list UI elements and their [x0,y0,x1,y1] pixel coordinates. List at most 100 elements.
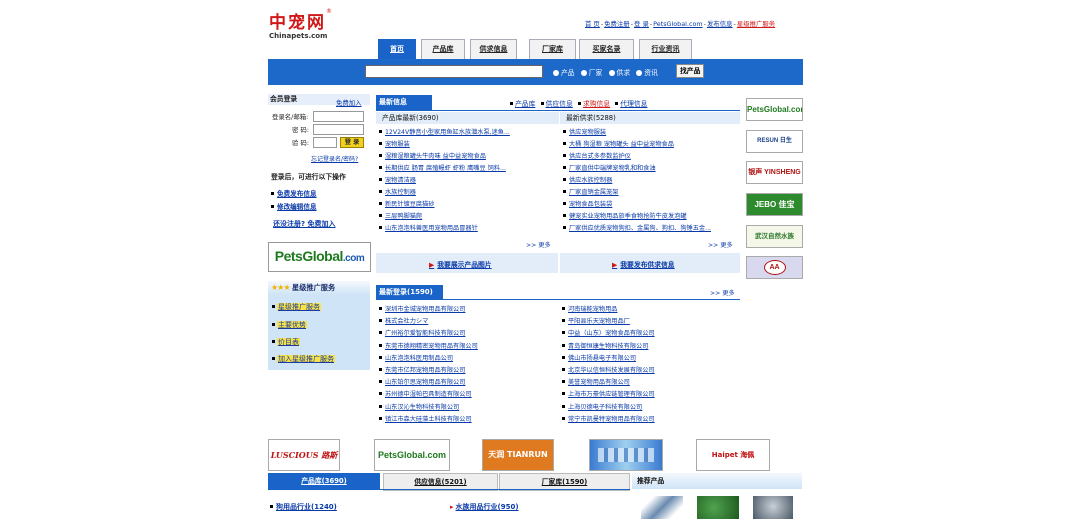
radio-factory[interactable]: 厂家 [577,69,602,77]
product-list-item-link[interactable]: 长期供应 肠胃 腐殖鳗虾 虾粉 鹰嘴豆 饲料... [385,165,506,172]
post-info-link[interactable]: 发布信息 [707,20,733,28]
company-list-item-link[interactable]: 山东汉沁生物科技有限公司 [385,404,459,411]
edit-info-item[interactable]: 修改编辑信息 [271,201,317,211]
company-list-item[interactable]: 青岛御恒康生物科技有限公司 [562,341,648,350]
tianrun-logo[interactable]: 天润 TIANRUN [482,439,554,471]
tab-news[interactable]: 行业资讯 [639,39,692,59]
company-list-item[interactable]: 佛山市扬悬电子有限公司 [562,353,636,362]
post-free-item[interactable]: 免费发布信息 [271,188,317,198]
company-list-item-link[interactable]: 东莞市亿邦宠物用品有限公司 [385,367,465,374]
product-list-item[interactable]: 三层鸭脚猫爬 [379,211,422,220]
cat-supply[interactable]: 供应信息 [546,100,573,108]
supply-list-item[interactable]: 厂家供应优质宠物狗扣、金属狗、狗扣、狗锤五金... [563,223,711,232]
yinsheng-sponsor-logo[interactable]: 银声 YINSHENG [746,161,803,184]
supply-list-item-link[interactable]: 厂家直销金属笼架 [569,189,619,196]
petsglobal-link[interactable]: PetsGlobal.com [653,20,702,28]
supply-list-item-link[interactable]: 大桶 狗湿粮 宠物罐头 益中益宠物食品 [569,141,674,148]
company-list-item-link[interactable]: 上海贝德电子科技有限公司 [568,404,642,411]
company-list-item-link[interactable]: 苏州德中湿帕巴具制造有限公司 [385,391,472,398]
company-list-item-link[interactable]: 平阳县乐天宠物用品厂 [568,318,630,325]
captcha-field[interactable] [313,137,337,148]
company-list-item[interactable]: 中益（山东）宠物食品有限公司 [562,328,655,337]
tab-bottom-products[interactable]: 产品库(3690) [268,473,380,489]
cat-products[interactable]: 产品库 [515,100,535,108]
product-list-item-link[interactable]: 12V24V静音小型家用鱼缸水族潜水泵,迷鱼... [385,129,510,136]
company-list-item[interactable]: 河南瑞能宠物用品 [562,304,618,313]
supply-list-item-link[interactable]: 厂家直供中端牌宠物乳和和食油 [569,165,656,172]
company-list-item-link[interactable]: 青岛御恒康生物科技有限公司 [568,343,648,350]
products-more-link[interactable]: >> 更多 [526,240,551,249]
company-list-item[interactable]: 山东泡泡科医用制品公司 [379,353,453,362]
show-products-button[interactable]: ▶ 我要展示产品图片 [429,259,492,269]
forgot-password-link[interactable]: 忘记登录名/密码? [311,154,358,163]
supply-list-item-link[interactable]: 供应水族控制器 [569,177,612,184]
company-list-item[interactable]: 上海贝德电子科技有限公司 [562,402,642,411]
radio-product[interactable]: 产品 [549,69,575,77]
category-dog[interactable]: 狗用品行业(1240) [270,502,337,512]
supply-list-item[interactable]: 供应水族控制器 [563,175,612,184]
haipet-logo[interactable]: Haipet 海佩 [696,439,770,471]
tab-buyers[interactable]: 买家名录 [579,39,634,59]
register-link[interactable]: 免费注册 [604,20,630,28]
company-list-item[interactable]: 镇江市森大硅藻土科技有限公司 [379,414,472,423]
company-list-item-link[interactable]: 东莞市德翔精密宠物用品有限公司 [385,343,478,350]
company-list-item-link[interactable]: 上海市万豪供应链管理有限公司 [568,391,655,398]
luscious-logo[interactable]: LUSCIOUS 路斯 [268,439,340,471]
company-list-item[interactable]: 株式会社力シマ [379,316,428,325]
aa-sponsor-logo[interactable]: AA [746,256,803,279]
product-list-item[interactable]: 长期供应 肠胃 腐殖鳗虾 虾粉 鹰嘴豆 饲料... [379,163,506,172]
supply-more-link[interactable]: >> 更多 [708,240,733,249]
supply-list-item[interactable]: 供应宠物服装 [563,127,606,136]
home-link[interactable]: 首 页 [585,20,600,28]
product-list-item[interactable]: 山东泡泡科兽医用宠物用品冒器针 [379,223,478,232]
supply-list-item-link[interactable]: 健宠实业宠物用品旅季食物抢防牛皮发泡罐 [569,213,687,220]
product-list-item-link[interactable]: 湿粮湿粮罐头牛肉味 益中益宠物食品 [385,153,486,160]
recommended-product-image[interactable] [697,496,739,519]
company-list-item-link[interactable]: 株式会社力シマ [385,318,428,325]
recommended-product-image[interactable] [753,496,793,519]
price-list-item[interactable]: 价目表 [272,337,300,347]
tab-factories[interactable]: 厂家库 [529,39,576,59]
product-list-item-link[interactable]: 三层鸭脚猫爬 [385,213,422,220]
supply-list-item[interactable]: 厂家直供中端牌宠物乳和和食油 [563,163,656,172]
company-list-item-link[interactable]: 广州裕尔爱智能科技有限公司 [385,330,465,337]
product-list-item[interactable]: 水族控制器 [379,187,416,196]
company-list-item-link[interactable]: 北京华以信恒科技发展有限公司 [568,367,655,374]
company-list-item-link[interactable]: 中益（山东）宠物食品有限公司 [568,330,655,337]
petsglobal-sponsor-logo[interactable]: PetsGlobal.com [746,98,803,121]
product-list-item[interactable]: 宠物清洁器 [379,175,416,184]
aquarium-product-banner[interactable] [589,439,663,471]
product-list-item-link[interactable]: 新民针镀豆腐猫砂 [385,201,435,208]
recommended-product-image[interactable] [641,496,683,519]
cat-agent[interactable]: 代理信息 [620,100,647,108]
supply-list-item[interactable]: 宠物食品包装袋 [563,199,612,208]
star-service-item[interactable]: 星级推广服务 [272,302,321,312]
search-button[interactable]: 找产品 [676,64,705,78]
registrations-more-link[interactable]: >> 更多 [710,288,735,297]
product-list-item[interactable]: 宠物服装 [379,139,410,148]
company-list-item-link[interactable]: 美誉宠物用品有限公司 [568,379,630,386]
company-list-item-link[interactable]: 镇江市森大硅藻土科技有限公司 [385,416,472,423]
company-list-item[interactable]: 山东铂尔思宠物用品有限公司 [379,377,465,386]
company-list-item-link[interactable]: 山东泡泡科医用制品公司 [385,355,453,362]
radio-news[interactable]: 资讯 [632,69,658,77]
login-button[interactable]: 登 录 [340,137,364,148]
supply-list-item-link[interactable]: 厂家供应优质宠物狗扣、金属狗、狗扣、狗锤五金... [569,225,711,232]
supply-list-item[interactable]: 供应台式多参数监护仪 [563,151,631,160]
cat-buy[interactable]: 求购信息 [583,100,610,108]
resun-sponsor-logo[interactable]: RESUN 日生 [746,130,803,153]
petsglobal-bottom-logo[interactable]: PetsGlobal.com [374,439,450,471]
product-list-item-link[interactable]: 宠物清洁器 [385,177,416,184]
supply-list-item[interactable]: 厂家直销金属笼架 [563,187,619,196]
category-aquarium[interactable]: ▸ 水族用品行业(950) [450,502,519,512]
login-link[interactable]: 登 录 [634,20,649,28]
product-list-item-link[interactable]: 山东泡泡科兽医用宠物用品冒器针 [385,225,478,232]
company-list-item[interactable]: 东莞市德翔精密宠物用品有限公司 [379,341,478,350]
product-list-item-link[interactable]: 宠物服装 [385,141,410,148]
username-field[interactable] [313,111,364,122]
post-supply-button[interactable]: ▶ 我要发布供求信息 [612,259,675,269]
password-field[interactable] [313,124,364,135]
tab-supply[interactable]: 供求信息 [470,39,517,59]
product-list-item-link[interactable]: 水族控制器 [385,189,416,196]
star-promo-link[interactable]: 星级推广服务 [737,20,775,28]
